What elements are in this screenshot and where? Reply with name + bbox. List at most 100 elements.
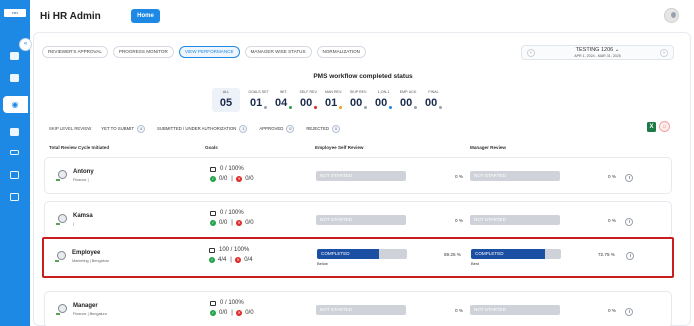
stat-label: INIT.	[279, 90, 288, 94]
tab-view-performance[interactable]: VIEW PERFORMANCE	[178, 46, 240, 58]
report-icon[interactable]	[10, 193, 19, 201]
goal-icon	[210, 167, 216, 172]
check-circle-icon: ✓	[210, 310, 216, 316]
self-review-bar[interactable]: COMPLETED	[317, 249, 407, 259]
employee-avatar	[55, 251, 66, 262]
chevron-right-icon[interactable]: ›	[660, 49, 668, 57]
excel-export-icon[interactable]: X	[647, 122, 656, 132]
employee-name[interactable]: Kamsa	[73, 213, 93, 219]
status-dot	[414, 106, 417, 109]
chart-icon[interactable]	[10, 150, 19, 155]
double-chevron-left-icon[interactable]: «	[19, 38, 32, 51]
stat-item[interactable]: 1-ON-1 00	[371, 88, 396, 112]
col-goals: Goals	[205, 145, 218, 150]
goals-completed: 0/0	[219, 220, 228, 226]
tab-manager-wise-status[interactable]: MANAGER WISE STATUS	[244, 46, 312, 58]
filter-rejected[interactable]: REJECTED 0	[306, 124, 340, 133]
employee-avatar	[56, 304, 67, 315]
manager-review-bar[interactable]: COMPLETED	[471, 249, 561, 259]
check-circle-icon: ✓	[210, 220, 216, 226]
table-row[interactable]: Kamsa | 0 / 100% ✓ 0/0 | ✕ 0/0 NOT STARTED 0 % NOT…	[44, 201, 672, 238]
stat-item[interactable]: INIT. 04	[271, 88, 296, 112]
clock-icon[interactable]	[625, 308, 633, 316]
stat-label: GOALS SET	[248, 90, 269, 94]
count-badge: 1	[239, 124, 248, 133]
self-review-bar[interactable]: NOT STARTED	[316, 171, 406, 181]
cycle-selector[interactable]: ‹ TESTING 1206 ⌄ APR 1, 2024 - MAR 31, 2…	[521, 45, 674, 60]
goal-icon	[210, 211, 216, 216]
manager-review-status: NOT STARTED	[474, 217, 506, 222]
table-row[interactable]: Antony Finance | 0 / 100% ✓ 0/0 | ✕ 0/0 NOT STAR…	[44, 157, 672, 194]
document-icon[interactable]	[10, 74, 19, 82]
user-settings-icon[interactable]	[10, 171, 19, 179]
filter-yet-to-submit[interactable]: YET TO SUBMIT 4	[101, 124, 145, 133]
clock-icon[interactable]	[625, 174, 633, 182]
employee-name[interactable]: Employee	[72, 250, 100, 256]
employee-name[interactable]: Antony	[73, 169, 94, 175]
cycle-dates: APR 1, 2024 - MAR 31, 2025	[574, 54, 621, 58]
clock-icon[interactable]	[626, 252, 634, 260]
goal-icon	[209, 248, 215, 253]
manager-review-status: COMPLETED	[475, 251, 504, 256]
stat-item[interactable]: ALL 05	[212, 88, 240, 112]
manager-review-bar[interactable]: NOT STARTED	[470, 171, 560, 181]
table-row[interactable]: Manager Finance | Bengaluru 0 / 100% ✓ 0/0 | ✕…	[44, 291, 672, 326]
tab-reviewers-approval[interactable]: REVIEWER'S APPROVAL	[42, 46, 108, 58]
employee-name[interactable]: Manager	[73, 303, 98, 309]
status-dot	[289, 106, 292, 109]
separator: |	[231, 176, 233, 182]
stat-item[interactable]: SELF REV. 00	[296, 88, 321, 112]
manager-review-status: NOT STARTED	[474, 173, 506, 178]
stat-label: 1-ON-1	[377, 90, 390, 94]
stat-label: SELF REV.	[299, 90, 318, 94]
table-row[interactable]: Employee Marketing | Bengaluru 100 / 100% ✓…	[42, 237, 674, 278]
manager-review-bar[interactable]: NOT STARTED	[470, 305, 560, 315]
stat-item[interactable]: FINAL 00	[421, 88, 446, 112]
header: Hi HR Admin Home	[30, 0, 694, 32]
workflow-title: PMS workflow completed status	[313, 73, 413, 80]
stat-value: 00	[350, 97, 363, 109]
goal-percentage: 0 / 100%	[220, 210, 244, 216]
goals-completed: 4/4	[218, 257, 227, 263]
home-button[interactable]: Home	[131, 9, 160, 23]
self-review-percentage: 0 %	[455, 308, 463, 313]
stat-item[interactable]: SKIP REV. 00	[346, 88, 371, 112]
self-review-rating: Below	[317, 261, 328, 266]
self-review-bar[interactable]: NOT STARTED	[316, 305, 406, 315]
col-total-review-cycle: Total Review Cycle Initiated	[49, 145, 110, 150]
goal-icon	[210, 301, 216, 306]
user-avatar[interactable]	[664, 8, 679, 23]
dashboard-icon[interactable]	[10, 52, 19, 60]
app-logo: PMS	[4, 9, 26, 17]
filter-submitted[interactable]: SUBMITTED / UNDER AUTHORIZATION 1	[157, 124, 248, 133]
self-review-status: NOT STARTED	[320, 217, 352, 222]
manager-review-bar[interactable]: NOT STARTED	[470, 215, 560, 225]
tab-normalization[interactable]: NORMALIZATION	[316, 46, 366, 58]
stat-item[interactable]: MAN REV. 01	[321, 88, 346, 112]
count-badge: 0	[332, 124, 340, 133]
sidebar-item-people[interactable]: ◉	[3, 96, 28, 113]
self-review-status: COMPLETED	[321, 251, 350, 256]
stat-label: EMP. ACK.	[399, 90, 418, 94]
separator: |	[231, 220, 233, 226]
clock-icon[interactable]	[625, 218, 633, 226]
self-review-bar[interactable]: NOT STARTED	[316, 215, 406, 225]
status-dot	[364, 106, 367, 109]
tab-progress-monitor[interactable]: PROGRESS MONITOR	[112, 46, 174, 58]
goals-pending: 0/4	[244, 257, 253, 263]
count-badge: 0	[286, 124, 295, 133]
filter-approved[interactable]: APPROVED 0	[259, 124, 295, 133]
stat-item[interactable]: GOALS SET 01	[246, 88, 271, 112]
grid-icon[interactable]	[10, 128, 19, 136]
stat-label: MAN REV.	[324, 90, 343, 94]
employee-avatar	[56, 170, 67, 181]
employee-department: Finance |	[73, 178, 89, 182]
self-review-status: NOT STARTED	[320, 173, 352, 178]
stat-value: 00	[375, 97, 388, 109]
stat-item[interactable]: EMP. ACK. 00	[396, 88, 421, 112]
status-dot	[314, 106, 317, 109]
stat-value: 05	[219, 97, 233, 109]
separator: |	[230, 257, 232, 263]
manager-review-percentage: 0 %	[608, 174, 616, 179]
pdf-export-icon[interactable]: □	[659, 121, 670, 132]
